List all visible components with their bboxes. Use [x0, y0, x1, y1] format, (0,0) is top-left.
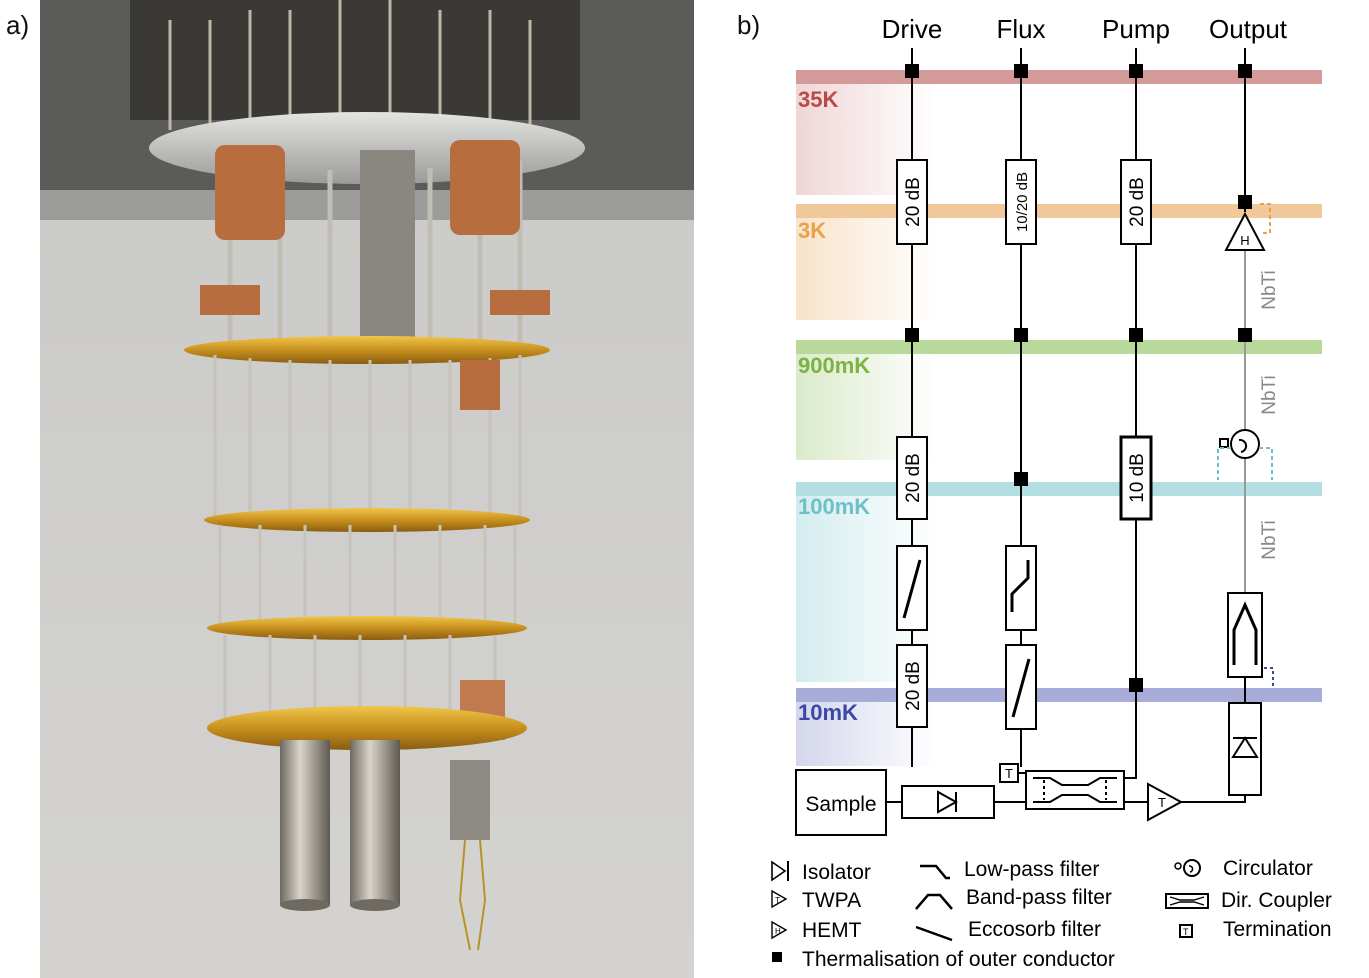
attenuator-label: 20 dB — [903, 453, 924, 503]
legend-twpa: TWPA — [802, 889, 861, 912]
hemt-letter: H — [1240, 233, 1249, 248]
thermal-anchor — [1014, 472, 1028, 486]
legend-hemt: HEMT — [802, 919, 862, 942]
legend-lowpass: Low-pass filter — [964, 858, 1099, 881]
stage-label-10mk: 10mK — [798, 700, 858, 725]
hemt-icon-letter: H — [775, 927, 781, 936]
legend-thermal: Thermalisation of outer conductor — [802, 948, 1115, 971]
twpa-icon-letter: T — [775, 896, 780, 905]
thermal-anchor — [1129, 64, 1143, 78]
eccosorb-icon — [915, 925, 953, 942]
thermal-anchor — [1129, 328, 1143, 342]
dilution-refrigerator-photo — [40, 0, 694, 978]
attenuator-label: 20 dB — [1127, 177, 1148, 227]
panel-label-a: a) — [6, 10, 30, 40]
attenuator-label: 20 dB — [903, 661, 924, 711]
thermal-anchor — [1238, 328, 1252, 342]
column-header-pump: Pump — [1102, 14, 1170, 44]
lowpass-filter-flux — [1005, 545, 1037, 631]
stage-bar-100mk — [796, 482, 1322, 496]
nbti-label: NbTi — [1259, 375, 1280, 414]
thermal-anchor — [905, 64, 919, 78]
legend: Isolator T TWPA H HEMT Low-pass filter B… — [771, 857, 1332, 971]
thermal-anchor — [1238, 64, 1252, 78]
directional-coupler — [1025, 770, 1125, 810]
attenuator-label: 20 dB — [903, 177, 924, 227]
thermal-anchor — [1014, 64, 1028, 78]
sample-label: Sample — [805, 793, 876, 816]
attenuator-label: 10 dB — [1127, 453, 1148, 503]
termination-letter: T — [1005, 766, 1013, 781]
coupler-icon — [1165, 893, 1209, 909]
stage-label-900mk: 900mK — [798, 353, 870, 378]
twpa-letter: T — [1158, 795, 1166, 810]
attenuator-label: 10/20 dB — [1014, 172, 1031, 232]
nbti-label: NbTi — [1259, 520, 1280, 559]
legend-isolator: Isolator — [802, 861, 871, 884]
stage-label-35k: 35K — [798, 87, 838, 112]
thermal-anchor — [905, 328, 919, 342]
stage-label-100mk: 100mK — [798, 494, 870, 519]
legend-bandpass: Band-pass filter — [966, 886, 1112, 909]
column-header-drive: Drive — [882, 14, 943, 44]
legend-termination: Termination — [1223, 918, 1332, 941]
thermal-anchor — [1238, 195, 1252, 209]
legend-coupler: Dir. Coupler — [1221, 889, 1332, 912]
wiring-diagram: 35K 3K 900mK 100mK 10mK Drive Flux Pump … — [771, 14, 1332, 971]
legend-circulator: Circulator — [1223, 857, 1313, 880]
thermal-anchor — [1014, 328, 1028, 342]
isolator-icon — [771, 860, 787, 882]
bandpass-icon — [915, 893, 953, 910]
thermal-icon — [772, 952, 782, 962]
termination-icon-letter: T — [1183, 927, 1189, 937]
nbti-label: NbTi — [1259, 270, 1280, 309]
stage-label-3k: 3K — [798, 218, 826, 243]
column-header-output: Output — [1209, 14, 1288, 44]
stage-bar-900mk — [796, 340, 1322, 354]
lowpass-icon — [920, 864, 950, 880]
stage-bar-10mk — [796, 688, 1322, 702]
thermal-anchor — [1129, 678, 1143, 692]
legend-eccosorb: Eccosorb filter — [968, 918, 1101, 941]
column-header-flux: Flux — [996, 14, 1045, 44]
